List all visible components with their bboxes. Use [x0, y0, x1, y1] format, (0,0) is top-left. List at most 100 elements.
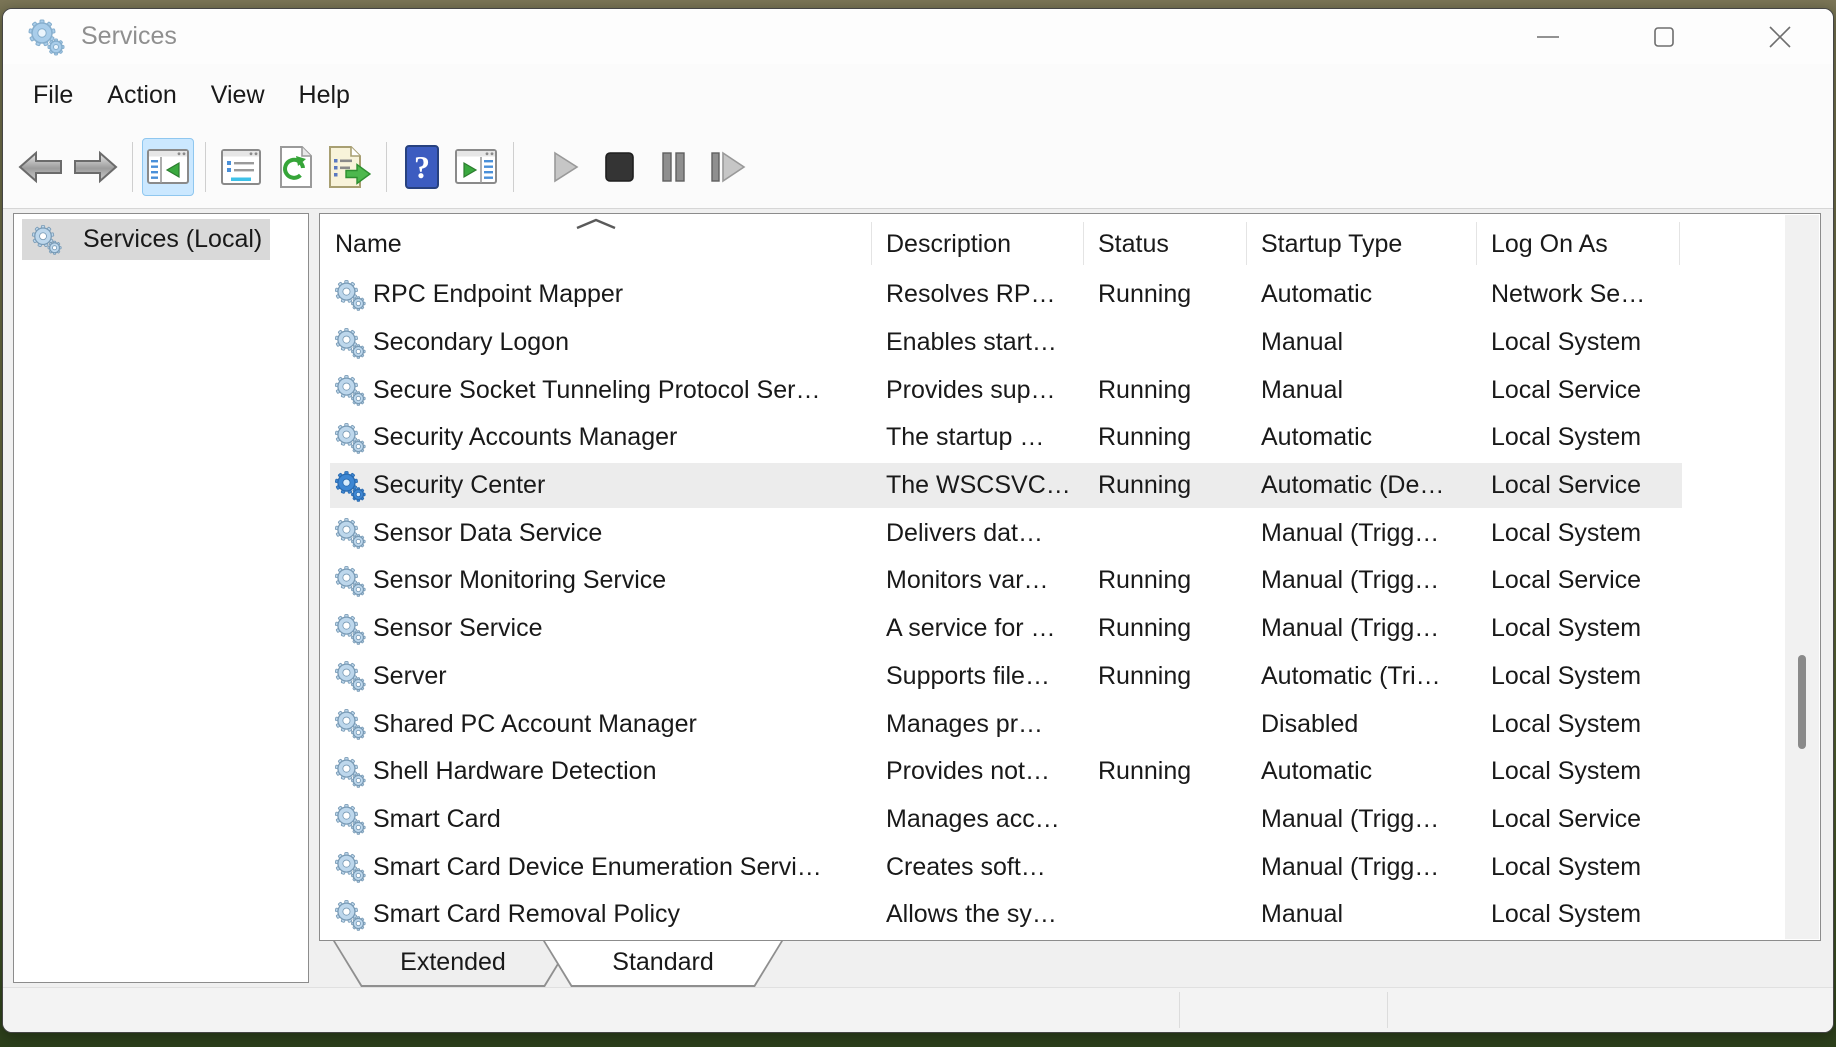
service-gear-icon	[332, 612, 366, 646]
cell-status: Running	[1084, 566, 1247, 595]
restart-service-button[interactable]	[701, 138, 753, 196]
cell-startup-type: Manual (Trigg…	[1247, 805, 1477, 834]
menu-help[interactable]: Help	[282, 75, 367, 116]
cell-description: Allows the sy…	[872, 900, 1084, 929]
table-row[interactable]: Secondary Logon Enables start… Manual Lo…	[320, 319, 1820, 367]
cell-startup-type: Manual	[1247, 900, 1477, 929]
toolbar-separator	[513, 142, 514, 192]
tab-extended[interactable]: Extended	[333, 941, 573, 987]
services-app-icon	[25, 17, 65, 57]
cell-log-on-as: Local System	[1477, 328, 1680, 357]
table-row[interactable]: Smart Card Removal Policy Allows the sy……	[320, 891, 1820, 939]
service-gear-icon	[332, 326, 366, 360]
restart-icon	[708, 150, 746, 184]
column-header-startup-type[interactable]: Startup Type	[1247, 214, 1477, 271]
stop-service-button[interactable]	[593, 138, 645, 196]
cell-startup-type: Automatic	[1247, 423, 1477, 452]
table-row[interactable]: Smart Card Manages acc… Manual (Trigg… L…	[320, 796, 1820, 844]
menu-view[interactable]: View	[194, 75, 282, 116]
cell-log-on-as: Local System	[1477, 519, 1680, 548]
start-icon	[550, 150, 580, 184]
cell-status: Running	[1084, 376, 1247, 405]
cell-startup-type: Manual	[1247, 376, 1477, 405]
show-action-pane-button[interactable]	[450, 138, 502, 196]
service-gear-icon	[332, 564, 366, 598]
column-header-name[interactable]: Name	[320, 214, 872, 271]
cell-description: Manages pr…	[872, 710, 1084, 739]
cell-status: Running	[1084, 471, 1247, 500]
cell-startup-type: Automatic	[1247, 280, 1477, 309]
properties-button[interactable]	[215, 138, 267, 196]
services-node-icon	[29, 223, 62, 256]
window-title: Services	[81, 22, 177, 51]
table-row[interactable]: Sensor Data Service Delivers dat… Manual…	[320, 509, 1820, 557]
minimize-icon	[1531, 20, 1565, 54]
service-name: Security Center	[373, 471, 545, 500]
refresh-button[interactable]	[269, 138, 321, 196]
services-window: Services File Action View Help	[2, 8, 1834, 1033]
cell-description: Delivers dat…	[872, 519, 1084, 548]
cell-startup-type: Automatic	[1247, 757, 1477, 786]
column-header-description[interactable]: Description	[872, 214, 1084, 271]
export-list-button[interactable]	[323, 138, 375, 196]
table-row[interactable]: Shell Hardware Detection Provides not… R…	[320, 748, 1820, 796]
column-header-status[interactable]: Status	[1084, 214, 1247, 271]
maximize-button[interactable]	[1635, 10, 1693, 64]
table-row[interactable]: Sensor Monitoring Service Monitors var… …	[320, 557, 1820, 605]
table-row[interactable]: Sensor Service A service for … Running M…	[320, 605, 1820, 653]
table-row[interactable]: Security Accounts Manager The startup … …	[320, 414, 1820, 462]
tab-standard[interactable]: Standard	[543, 941, 783, 987]
forward-button[interactable]	[69, 138, 121, 196]
cell-name: Smart Card	[320, 802, 872, 836]
forward-arrow-icon	[72, 149, 118, 185]
back-arrow-icon	[18, 149, 64, 185]
minimize-button[interactable]	[1519, 10, 1577, 64]
service-gear-icon	[332, 659, 366, 693]
table-row[interactable]: Shared PC Account Manager Manages pr… Di…	[320, 700, 1820, 748]
table-row[interactable]: RPC Endpoint Mapper Resolves RP… Running…	[320, 271, 1820, 319]
pause-service-button[interactable]	[647, 138, 699, 196]
status-bar-separator	[1179, 992, 1180, 1028]
menu-action[interactable]: Action	[90, 75, 193, 116]
column-header-log-on-as[interactable]: Log On As	[1477, 214, 1680, 271]
menu-bar: File Action View Help	[3, 64, 1833, 126]
table-row[interactable]: Security Center The WSCSVC… Running Auto…	[320, 462, 1820, 510]
cell-log-on-as: Local System	[1477, 900, 1680, 929]
cell-description: Enables start…	[872, 328, 1084, 357]
scrollbar-thumb[interactable]	[1798, 655, 1806, 749]
vertical-scrollbar[interactable]	[1785, 215, 1819, 939]
service-gear-icon	[332, 469, 366, 503]
cell-log-on-as: Network Se…	[1477, 280, 1680, 309]
menu-file[interactable]: File	[33, 75, 90, 116]
table-row[interactable]: Server Supports file… Running Automatic …	[320, 653, 1820, 701]
cell-log-on-as: Local System	[1477, 757, 1680, 786]
main-content: Services (Local) Name Description Status…	[3, 209, 1833, 987]
service-gear-icon	[332, 850, 366, 884]
back-button[interactable]	[15, 138, 67, 196]
cell-log-on-as: Local System	[1477, 662, 1680, 691]
cell-description: Manages acc…	[872, 805, 1084, 834]
service-name: Security Accounts Manager	[373, 423, 677, 452]
tree-item-services-local[interactable]: Services (Local)	[22, 219, 270, 260]
cell-name: Sensor Service	[320, 612, 872, 646]
start-service-button[interactable]	[539, 138, 591, 196]
table-row[interactable]: Smart Card Device Enumeration Servi… Cre…	[320, 843, 1820, 891]
cell-description: Monitors var…	[872, 566, 1084, 595]
service-name: Smart Card	[373, 805, 501, 834]
properties-icon	[221, 149, 261, 185]
cell-name: Shared PC Account Manager	[320, 707, 872, 741]
service-gear-icon	[332, 373, 366, 407]
cell-startup-type: Manual (Trigg…	[1247, 614, 1477, 643]
cell-name: Secondary Logon	[320, 326, 872, 360]
cell-description: Provides sup…	[872, 376, 1084, 405]
help-button[interactable]: ?	[396, 138, 448, 196]
table-row[interactable]: Secure Socket Tunneling Protocol Ser… Pr…	[320, 366, 1820, 414]
service-name: Shared PC Account Manager	[373, 710, 697, 739]
cell-status: Running	[1084, 614, 1247, 643]
cell-description: Resolves RP…	[872, 280, 1084, 309]
services-list-panel: Name Description Status Startup Type Log…	[319, 213, 1821, 941]
close-button[interactable]	[1751, 10, 1809, 64]
show-console-tree-button[interactable]	[142, 138, 194, 196]
cell-status: Running	[1084, 423, 1247, 452]
cell-log-on-as: Local Service	[1477, 805, 1680, 834]
